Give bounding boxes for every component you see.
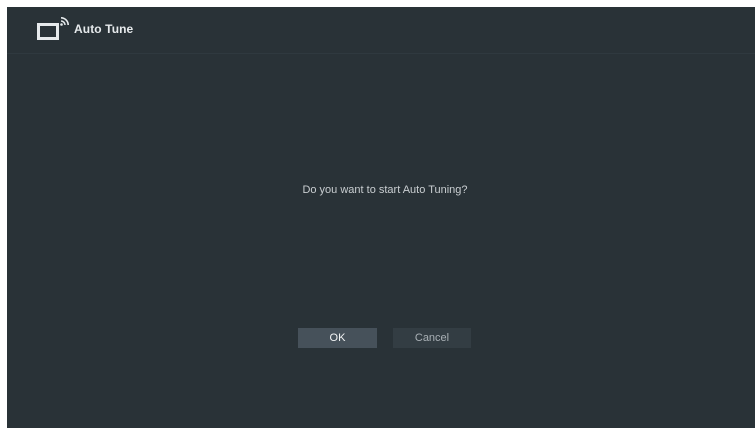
page-title: Auto Tune (74, 22, 134, 36)
header-bar: Auto Tune (7, 7, 755, 54)
auto-tune-screen: Auto Tune Do you want to start Auto Tuni… (7, 7, 755, 428)
ok-button[interactable]: OK (298, 328, 377, 348)
confirmation-message: Do you want to start Auto Tuning? (302, 184, 468, 196)
cancel-button[interactable]: Cancel (393, 328, 471, 348)
tv-signal-icon (37, 17, 69, 40)
